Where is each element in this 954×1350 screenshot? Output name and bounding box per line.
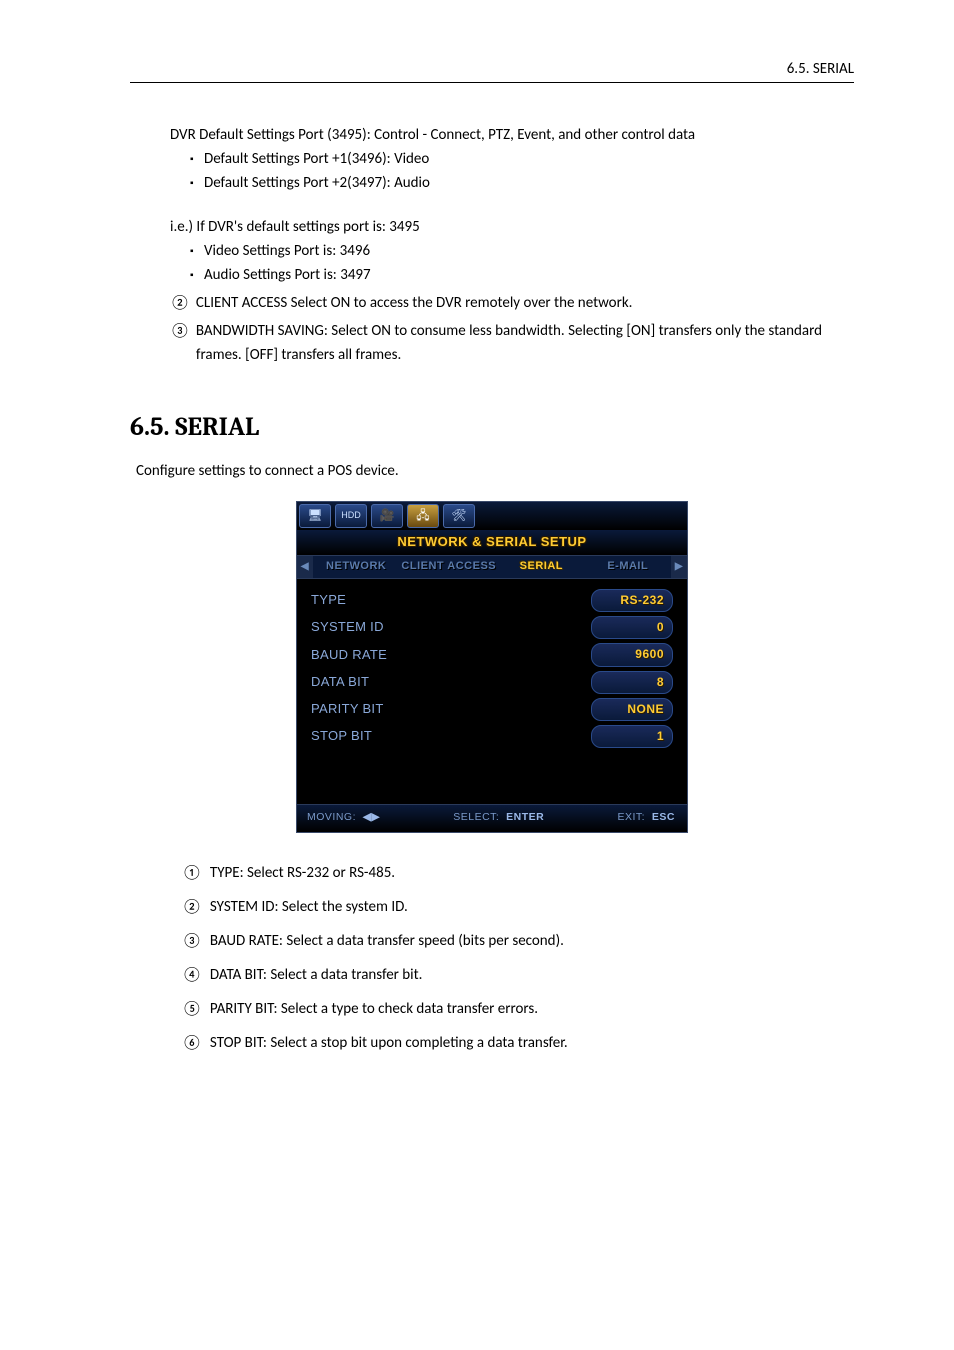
dvr-footer-hints: MOVING: ◀▶ SELECT: ENTER EXIT: ESC <box>297 804 687 832</box>
list-item: ②SYSTEM ID: Select the system ID. <box>130 895 854 919</box>
bullet-item: Video Settings Port is: 3496 <box>130 239 854 263</box>
setting-label: BAUD RATE <box>311 645 387 666</box>
dvr-settings-body: TYPE RS-232 SYSTEM ID 0 BAUD RATE 9600 D… <box>297 579 687 804</box>
bullet-item: Audio Settings Port is: 3497 <box>130 263 854 287</box>
setting-row-stop-bit: STOP BIT 1 <box>311 723 673 750</box>
page-header: 6.5. SERIAL <box>130 60 854 83</box>
setting-row-parity-bit: PARITY BIT NONE <box>311 696 673 723</box>
dvr-top-icon-bar: 🖥 HDD 🎥 🖧 🛠 <box>297 502 687 530</box>
tools-icon[interactable]: 🛠 <box>443 504 475 528</box>
setting-label: SYSTEM ID <box>311 617 384 638</box>
setting-label: TYPE <box>311 590 346 611</box>
paragraph: DVR Default Settings Port (3495): Contro… <box>130 123 854 147</box>
setting-row-baud-rate: BAUD RATE 9600 <box>311 641 673 668</box>
hint-select: SELECT: ENTER <box>453 809 544 826</box>
circled-number: ③ <box>170 319 190 367</box>
tab-arrow-left-icon[interactable]: ◀ <box>297 556 313 578</box>
circled-number: ⑥ <box>182 1031 202 1055</box>
figure-description-list: ①TYPE: Select RS-232 or RS-485. ②SYSTEM … <box>130 861 854 1055</box>
hdd-icon[interactable]: HDD <box>335 504 367 528</box>
setting-label: STOP BIT <box>311 726 372 747</box>
setting-row-system-id: SYSTEM ID 0 <box>311 614 673 641</box>
tab-email[interactable]: E-MAIL <box>585 556 671 578</box>
numbered-item: ③ BANDWIDTH SAVING: Select ON to consume… <box>130 319 854 367</box>
hint-exit: EXIT: ESC <box>617 809 675 826</box>
list-item: ④DATA BIT: Select a data transfer bit. <box>130 963 854 987</box>
circled-number: ⑤ <box>182 997 202 1021</box>
setting-value[interactable]: NONE <box>591 698 673 721</box>
setting-value[interactable]: 8 <box>591 671 673 694</box>
section-heading: 6.5. SERIAL <box>130 407 854 449</box>
bullet-item: Default Settings Port +2(3497): Audio <box>130 171 854 195</box>
paragraph: i.e.) If DVR's default settings port is:… <box>130 215 854 239</box>
numbered-item: ② CLIENT ACCESS Select ON to access the … <box>130 291 854 315</box>
tab-arrow-right-icon[interactable]: ▶ <box>671 556 687 578</box>
setting-value[interactable]: 9600 <box>591 643 673 666</box>
bullet-item: Default Settings Port +1(3496): Video <box>130 147 854 171</box>
section-intro: Configure settings to connect a POS devi… <box>136 459 854 483</box>
setting-label: PARITY BIT <box>311 699 384 720</box>
hint-moving: MOVING: ◀▶ <box>307 809 380 826</box>
network-icon[interactable]: 🖧 <box>407 504 439 528</box>
circled-number: ② <box>182 895 202 919</box>
list-item: ①TYPE: Select RS-232 or RS-485. <box>130 861 854 885</box>
dvr-tab-bar: ◀ NETWORK CLIENT ACCESS SERIAL E-MAIL ▶ <box>297 555 687 579</box>
setting-row-type: TYPE RS-232 <box>311 587 673 614</box>
circled-number: ① <box>182 861 202 885</box>
tab-client-access[interactable]: CLIENT ACCESS <box>399 556 498 578</box>
circled-number: ② <box>170 291 190 315</box>
dvr-panel-title: NETWORK & SERIAL SETUP <box>297 530 687 556</box>
circled-number: ④ <box>182 963 202 987</box>
setting-value[interactable]: 1 <box>591 725 673 748</box>
setting-value[interactable]: 0 <box>591 616 673 639</box>
header-section-label: 6.5. SERIAL <box>787 60 854 78</box>
dvr-screenshot: 🖥 HDD 🎥 🖧 🛠 NETWORK & SERIAL SETUP ◀ NET… <box>296 501 688 833</box>
monitor-icon[interactable]: 🖥 <box>299 504 331 528</box>
circled-number: ③ <box>182 929 202 953</box>
camera-icon[interactable]: 🎥 <box>371 504 403 528</box>
list-item: ③BAUD RATE: Select a data transfer speed… <box>130 929 854 953</box>
setting-row-data-bit: DATA BIT 8 <box>311 669 673 696</box>
setting-value[interactable]: RS-232 <box>591 589 673 612</box>
tab-serial[interactable]: SERIAL <box>498 556 584 578</box>
list-item: ⑤PARITY BIT: Select a type to check data… <box>130 997 854 1021</box>
tab-network[interactable]: NETWORK <box>313 556 399 578</box>
list-item: ⑥STOP BIT: Select a stop bit upon comple… <box>130 1031 854 1055</box>
setting-label: DATA BIT <box>311 672 369 693</box>
